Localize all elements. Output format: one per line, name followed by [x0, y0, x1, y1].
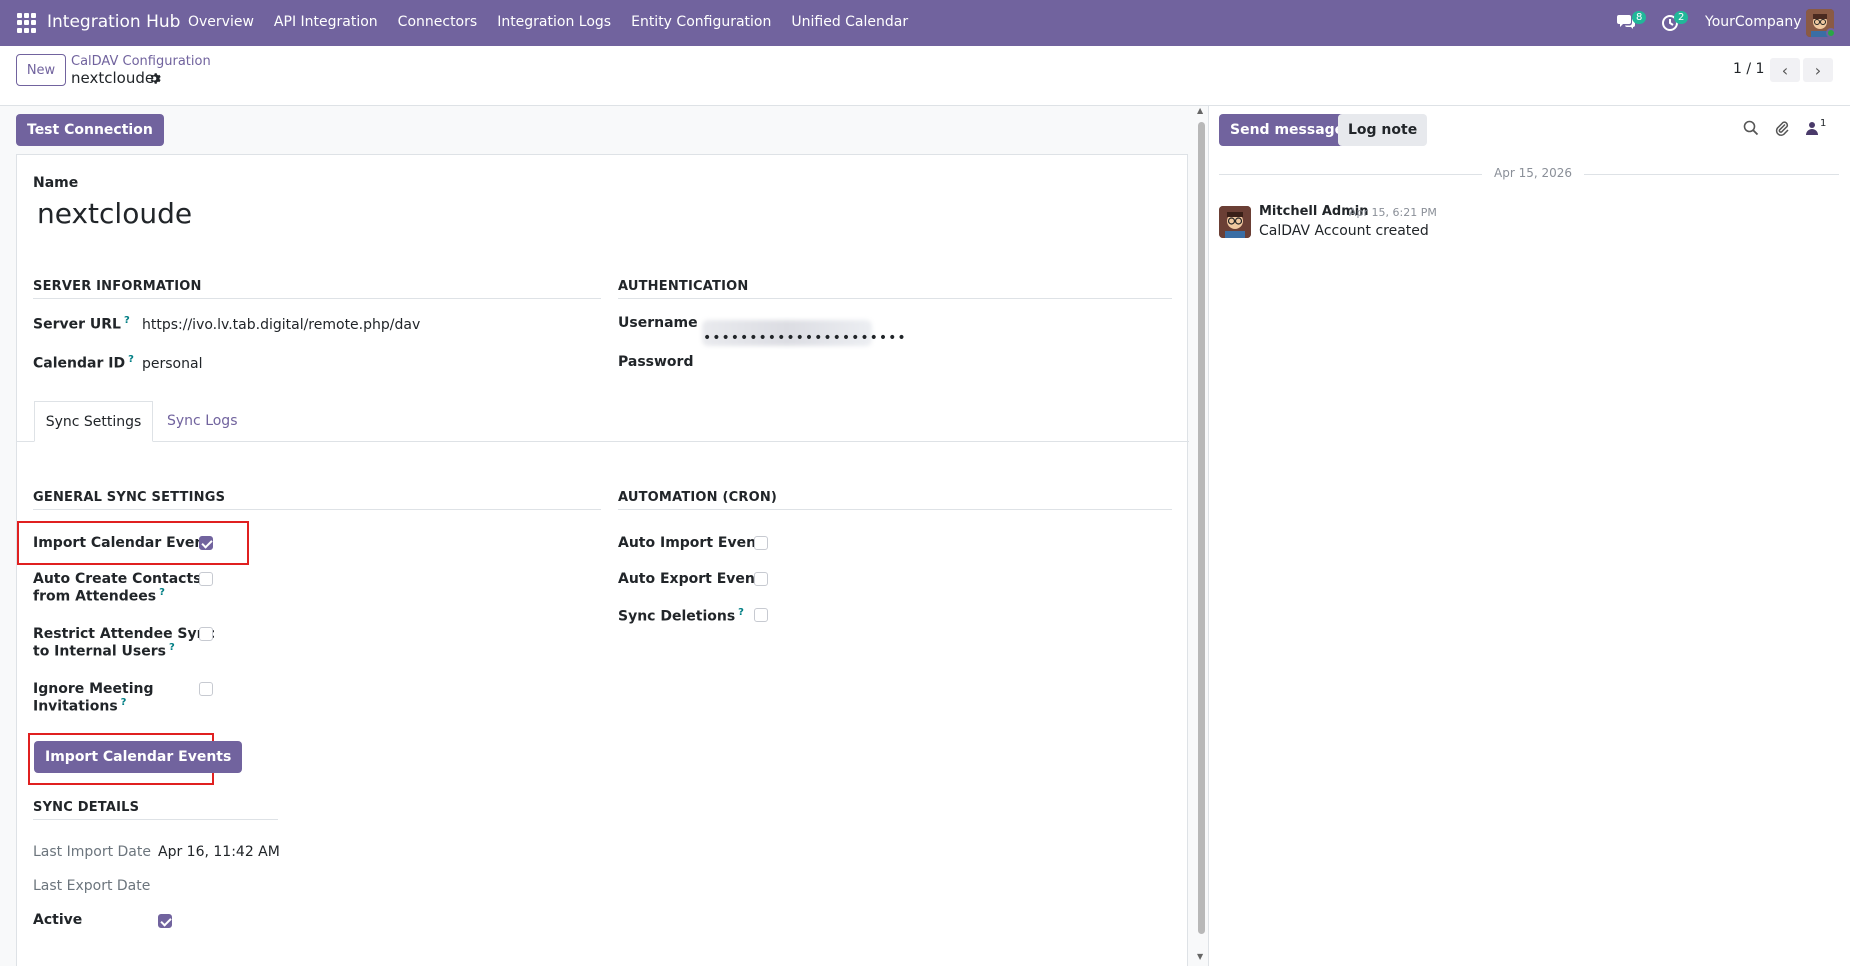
- import-calendar-event-label: Import Calendar Event: [33, 535, 211, 551]
- auto-export-event-checkbox[interactable]: [754, 572, 768, 586]
- message-timestamp: Apr 15, 6:21 PM: [1349, 206, 1437, 219]
- authentication-section-title: AUTHENTICATION: [618, 279, 749, 294]
- help-tooltip-icon[interactable]: ?: [738, 607, 744, 618]
- search-icon[interactable]: [1743, 120, 1759, 136]
- company-switcher[interactable]: YourCompany: [1705, 14, 1802, 30]
- restrict-attendee-sync-checkbox[interactable]: [199, 627, 213, 641]
- app-brand[interactable]: Integration Hub: [47, 12, 180, 32]
- password-field[interactable]: ••••••••••••••••••••••: [703, 330, 907, 346]
- date-separator-label: Apr 15, 2026: [1482, 166, 1585, 180]
- menu-integration-logs[interactable]: Integration Logs: [497, 14, 611, 30]
- tab-sync-logs[interactable]: Sync Logs: [167, 413, 238, 429]
- menu-entity-configuration[interactable]: Entity Configuration: [631, 14, 771, 30]
- scroll-up-arrow-icon[interactable]: ▲: [1197, 106, 1203, 115]
- password-label: Password: [618, 354, 694, 370]
- tab-sync-settings[interactable]: Sync Settings: [34, 401, 153, 442]
- pager-next-button[interactable]: ›: [1803, 58, 1833, 82]
- server-url-label: Server URL?: [33, 315, 130, 333]
- menu-overview[interactable]: Overview: [188, 14, 254, 30]
- chevron-left-icon: ‹: [1781, 60, 1789, 80]
- new-button[interactable]: New: [16, 54, 66, 86]
- calendar-id-field[interactable]: personal: [142, 356, 202, 372]
- menu-api-integration[interactable]: API Integration: [274, 14, 378, 30]
- ignore-meeting-invitations-label: Ignore Meeting Invitations?: [33, 681, 154, 715]
- followers-user-icon[interactable]: [1804, 120, 1820, 136]
- scroll-down-arrow-icon[interactable]: ▼: [1197, 952, 1203, 961]
- active-checkbox[interactable]: [158, 914, 172, 928]
- auto-create-contacts-checkbox[interactable]: [199, 572, 213, 586]
- auto-import-event-label: Auto Import Event: [618, 535, 763, 551]
- send-message-button[interactable]: Send message: [1219, 114, 1356, 146]
- help-tooltip-icon[interactable]: ?: [124, 315, 130, 326]
- message-body: CalDAV Account created: [1259, 223, 1429, 239]
- breadcrumb-current: nextcloude: [71, 69, 155, 87]
- sync-deletions-checkbox[interactable]: [754, 608, 768, 622]
- section-divider: [33, 509, 601, 510]
- calendar-id-label: Calendar ID?: [33, 354, 134, 372]
- form-scrollbar[interactable]: [1198, 122, 1205, 934]
- active-label: Active: [33, 912, 83, 928]
- section-divider: [33, 819, 278, 820]
- server-url-field[interactable]: https://ivo.lv.tab.digital/remote.php/da…: [142, 317, 420, 333]
- help-tooltip-icon[interactable]: ?: [121, 697, 127, 708]
- paperclip-icon[interactable]: [1774, 120, 1790, 136]
- name-label: Name: [33, 175, 79, 191]
- menu-unified-calendar[interactable]: Unified Calendar: [791, 14, 908, 30]
- record-name-field[interactable]: nextcloude: [37, 197, 192, 230]
- chevron-right-icon: ›: [1814, 60, 1822, 80]
- author-avatar[interactable]: [1219, 206, 1251, 238]
- section-divider: [33, 298, 601, 299]
- last-import-date-value: Apr 16, 11:42 AM: [158, 844, 280, 860]
- top-navbar: Integration Hub Overview API Integration…: [0, 0, 1850, 46]
- test-connection-button[interactable]: Test Connection: [16, 114, 164, 146]
- chatter-panel: Send message Log note Apr 15, 2026 Mitch…: [1208, 106, 1850, 966]
- help-tooltip-icon[interactable]: ?: [128, 354, 134, 365]
- main-menu: Overview API Integration Connectors Inte…: [188, 14, 928, 30]
- breadcrumb-parent[interactable]: CalDAV Configuration: [71, 54, 211, 69]
- control-panel: New CalDAV Configuration nextcloude 1 / …: [0, 46, 1850, 106]
- auto-create-contacts-label: Auto Create Contacts from Attendees?: [33, 571, 202, 605]
- help-tooltip-icon[interactable]: ?: [159, 587, 165, 598]
- last-export-date-label: Last Export Date: [33, 878, 151, 894]
- online-status-dot: [1826, 28, 1836, 38]
- last-import-date-label: Last Import Date: [33, 844, 151, 860]
- section-divider: [618, 298, 1172, 299]
- apps-menu-icon[interactable]: [17, 13, 37, 33]
- pager-value[interactable]: 1 / 1: [1733, 61, 1764, 77]
- tabs-divider: [17, 441, 1189, 442]
- auto-export-event-label: Auto Export Event: [618, 571, 762, 587]
- general-sync-settings-section-title: GENERAL SYNC SETTINGS: [33, 490, 226, 505]
- sync-details-section-title: SYNC DETAILS: [33, 800, 140, 815]
- section-divider: [618, 509, 1172, 510]
- log-note-button[interactable]: Log note: [1338, 114, 1428, 146]
- followers-count: 1: [1820, 118, 1827, 129]
- username-label: Username: [618, 315, 698, 331]
- help-tooltip-icon[interactable]: ?: [169, 642, 175, 653]
- import-calendar-event-checkbox[interactable]: [199, 536, 213, 550]
- import-calendar-events-button[interactable]: Import Calendar Events: [34, 741, 243, 773]
- menu-connectors[interactable]: Connectors: [398, 14, 478, 30]
- sync-deletions-label: Sync Deletions?: [618, 607, 744, 625]
- auto-import-event-checkbox[interactable]: [754, 536, 768, 550]
- restrict-attendee-sync-label: Restrict Attendee Sync to Internal Users?: [33, 626, 215, 660]
- server-information-section-title: SERVER INFORMATION: [33, 279, 202, 294]
- automation-section-title: AUTOMATION (CRON): [618, 490, 778, 505]
- form-view: Test Connection Name nextcloude SERVER I…: [0, 106, 1208, 966]
- ignore-meeting-invitations-checkbox[interactable]: [199, 682, 213, 696]
- pager-previous-button[interactable]: ‹: [1770, 58, 1800, 82]
- gear-icon[interactable]: [149, 72, 162, 85]
- form-sheet: Name nextcloude SERVER INFORMATION Serve…: [16, 154, 1189, 966]
